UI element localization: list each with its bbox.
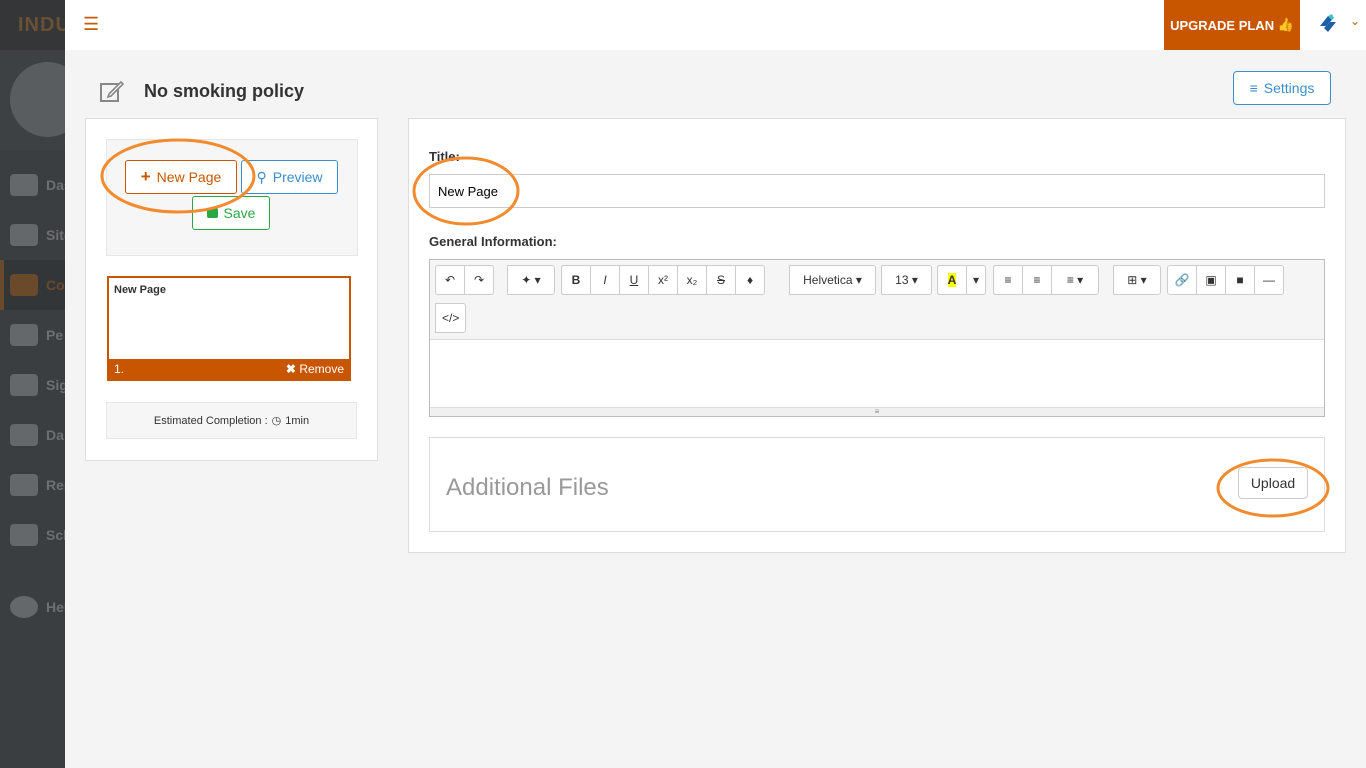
remove-button[interactable]: ✖ Remove bbox=[286, 362, 344, 376]
code-view-icon[interactable]: </> bbox=[435, 303, 467, 333]
dashboard-icon bbox=[10, 174, 38, 196]
label: 13 bbox=[895, 273, 909, 287]
preview-button[interactable]: ⚲ Preview bbox=[241, 160, 338, 194]
horizontal-rule-icon[interactable]: — bbox=[1254, 265, 1284, 295]
font-size-dropdown[interactable]: 13 ▾ bbox=[881, 265, 932, 295]
lock-icon bbox=[206, 208, 218, 218]
brand-logo: INDUC bbox=[0, 0, 65, 50]
save-button[interactable]: Save bbox=[192, 196, 270, 230]
text-color-icon[interactable]: A bbox=[937, 265, 967, 295]
estimated-completion: Estimated Completion : ◷ 1min bbox=[106, 402, 357, 439]
magic-wand-icon[interactable]: ✦ ▾ bbox=[507, 265, 555, 295]
help-icon bbox=[10, 596, 38, 618]
sidebar-item-dashboard[interactable]: Das bbox=[0, 160, 65, 210]
new-page-button[interactable]: + New Page bbox=[125, 160, 237, 194]
sidebar-item-help[interactable]: Help bbox=[0, 582, 65, 632]
bar-chart-icon bbox=[10, 474, 38, 496]
label: Con bbox=[46, 277, 65, 293]
subscript-icon[interactable]: x₂ bbox=[677, 265, 707, 295]
label: Da bbox=[46, 427, 64, 443]
bullet-list-icon[interactable]: ≡ bbox=[993, 265, 1023, 295]
sidebar-item-da[interactable]: Da bbox=[0, 410, 65, 460]
label: Helvetica bbox=[803, 273, 853, 287]
additional-files: Additional Files Upload bbox=[429, 437, 1325, 532]
table-icon[interactable]: ⊞ ▾ bbox=[1113, 265, 1161, 295]
sidebar-item-sites[interactable]: Site bbox=[0, 210, 65, 260]
additional-files-heading: Additional Files bbox=[446, 474, 609, 501]
chevron-down-icon[interactable]: ⌄ bbox=[1350, 14, 1360, 28]
calendar-icon bbox=[10, 524, 38, 546]
company-logo[interactable] bbox=[1316, 12, 1340, 36]
label: Sign bbox=[46, 377, 65, 393]
page-header: No smoking policy bbox=[100, 80, 304, 102]
sidebar-item-content[interactable]: Con bbox=[0, 260, 65, 310]
redo-icon[interactable]: ↷ bbox=[464, 265, 494, 295]
underline-icon[interactable]: U bbox=[619, 265, 649, 295]
globe-icon bbox=[10, 224, 38, 246]
resize-handle[interactable]: ≡ bbox=[430, 407, 1324, 416]
walking-icon bbox=[10, 374, 38, 396]
search-icon: ⚲ bbox=[256, 168, 267, 185]
title-input[interactable] bbox=[429, 174, 1325, 208]
color-dropdown[interactable]: ▾ bbox=[966, 265, 987, 295]
label: Settings bbox=[1263, 80, 1315, 96]
sidebar-item-people[interactable]: Pe bbox=[0, 310, 65, 360]
thumbs-up-icon: 👍 bbox=[1277, 17, 1294, 32]
edit-icon bbox=[100, 80, 124, 102]
general-info-label: General Information: bbox=[429, 234, 557, 249]
upload-button[interactable]: Upload bbox=[1238, 467, 1308, 499]
close-icon: ✖ bbox=[285, 362, 296, 376]
bold-icon[interactable]: B bbox=[561, 265, 591, 295]
label: Pe bbox=[46, 327, 64, 343]
upgrade-plan-button[interactable]: UPGRADE PLAN 👍 bbox=[1164, 0, 1300, 50]
label: Das bbox=[46, 177, 65, 193]
label: Help bbox=[46, 599, 65, 615]
link-icon[interactable]: 🔗 bbox=[1167, 265, 1197, 295]
page-number: 1. bbox=[114, 362, 125, 376]
editor-content[interactable] bbox=[430, 340, 1324, 407]
superscript-icon[interactable]: x² bbox=[648, 265, 678, 295]
value: 1min bbox=[285, 414, 310, 427]
font-family-dropdown[interactable]: Helvetica ▾ bbox=[789, 265, 876, 295]
pages-panel: + New Page ⚲ Preview Save New Page 1. ✖ Rem… bbox=[85, 118, 378, 461]
label: Rep bbox=[46, 477, 65, 493]
avatar[interactable] bbox=[10, 62, 65, 137]
image-icon[interactable]: ▣ bbox=[1196, 265, 1226, 295]
label: New Page bbox=[156, 169, 222, 185]
rich-text-editor: ↶ ↷ ✦ ▾ B I Ux² x₂ S ♦ Helvetica ▾ 13 ▾ A ▾ ≡ ≡ ≡… bbox=[429, 259, 1325, 417]
clock-icon: ◷ bbox=[271, 415, 282, 427]
italic-icon[interactable]: I bbox=[590, 265, 620, 295]
numbered-list-icon[interactable]: ≡ bbox=[1022, 265, 1052, 295]
label: Remove bbox=[299, 362, 344, 376]
page-editor: Title: General Information: ↶↷ ✦ ▾ BIUx²… bbox=[408, 118, 1346, 553]
settings-button[interactable]: ≡ Settings bbox=[1233, 71, 1331, 105]
list-check-icon: ≡ bbox=[1249, 80, 1258, 96]
people-icon bbox=[10, 324, 38, 346]
label: Preview bbox=[272, 169, 323, 185]
sidebar: INDUC Das Site Con Pe Sign Da Rep Sche H… bbox=[0, 0, 65, 768]
editor-toolbar: ↶ ↷ ✦ ▾ B I Ux² x₂ S ♦ Helvetica ▾ 13 ▾ A ▾ ≡ ≡ ≡… bbox=[430, 260, 1324, 340]
page-title: No smoking policy bbox=[144, 80, 305, 101]
label: UPGRADE PLAN bbox=[1170, 17, 1275, 33]
plus-icon: + bbox=[140, 167, 151, 186]
label: Sche bbox=[46, 527, 65, 543]
label: Save bbox=[223, 205, 256, 221]
align-icon[interactable]: ≡ ▾ bbox=[1051, 265, 1099, 295]
eraser-icon[interactable]: ♦ bbox=[735, 265, 765, 295]
page-card[interactable]: New Page 1. ✖ Remove bbox=[107, 276, 351, 381]
hand-icon bbox=[10, 424, 38, 446]
book-icon bbox=[10, 274, 38, 296]
menu-icon[interactable]: ☰ bbox=[83, 14, 99, 35]
topbar: ☰ UPGRADE PLAN 👍 ⌄ bbox=[65, 0, 1366, 50]
title-label: Title: bbox=[429, 149, 460, 164]
sidebar-item-reports[interactable]: Rep bbox=[0, 460, 65, 510]
undo-icon[interactable]: ↶ bbox=[435, 265, 465, 295]
strikethrough-icon[interactable]: S bbox=[706, 265, 736, 295]
video-icon[interactable]: ■ bbox=[1225, 265, 1255, 295]
sidebar-item-schedule[interactable]: Sche bbox=[0, 510, 65, 560]
label: Site bbox=[46, 227, 65, 243]
sidebar-item-sign[interactable]: Sign bbox=[0, 360, 65, 410]
label: Estimated Completion : bbox=[153, 414, 268, 427]
page-name: New Page bbox=[114, 284, 166, 296]
